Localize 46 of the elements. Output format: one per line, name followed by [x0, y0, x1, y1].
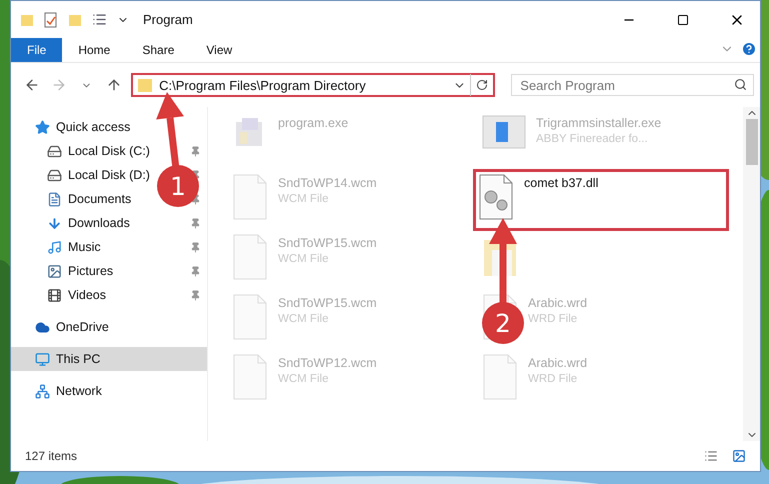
scrollbar[interactable]	[743, 107, 760, 441]
address-bar[interactable]: C:\Program Files\Program Directory	[131, 73, 496, 97]
back-icon[interactable]	[24, 77, 40, 93]
sidebar-item[interactable]: Network	[35, 384, 102, 398]
downloads-icon	[47, 216, 62, 230]
gear-file-icon	[478, 174, 514, 220]
sidebar-item[interactable]: Local Disk (D:)	[47, 168, 150, 182]
sidebar-item[interactable]: Videos	[47, 288, 106, 302]
cloud-icon	[35, 320, 50, 334]
videos-icon	[47, 288, 62, 302]
refresh-icon[interactable]	[476, 79, 488, 91]
sidebar-item[interactable]: Music	[47, 240, 101, 254]
sidebar-item[interactable]: OneDrive	[35, 320, 109, 334]
sidebar-item[interactable]: Documents	[47, 192, 132, 206]
details-view-icon[interactable]	[704, 449, 718, 463]
maximize-icon[interactable]	[677, 14, 689, 26]
scroll-thumb[interactable]	[746, 119, 758, 165]
properties-icon[interactable]	[43, 10, 59, 28]
ribbon-tab[interactable]: File	[11, 38, 62, 62]
disk-c-icon	[47, 144, 62, 158]
file-icon	[482, 354, 518, 400]
sidebar-item[interactable]: Pictures	[47, 264, 114, 278]
window-title: Program	[143, 12, 194, 27]
documents-icon	[47, 192, 62, 206]
pictures-icon	[47, 264, 62, 278]
star-icon	[35, 120, 50, 134]
large-icons-view-icon[interactable]	[732, 449, 746, 463]
search-field[interactable]: Search Program	[511, 74, 754, 96]
search-icon[interactable]	[734, 78, 747, 91]
application-icon	[482, 114, 526, 150]
sidebar-item[interactable]: Local Disk (C:)	[47, 144, 150, 158]
network-icon	[35, 384, 50, 398]
file-icon	[232, 174, 268, 220]
ribbon-tab[interactable]: Share	[126, 38, 190, 62]
help-icon[interactable]	[741, 41, 757, 57]
file-icon	[232, 234, 268, 280]
ribbon-tab[interactable]: Home	[62, 38, 126, 62]
ribbon-tab[interactable]: View	[190, 38, 248, 62]
file-icon	[232, 354, 268, 400]
pc-icon	[35, 352, 50, 366]
file-icon	[232, 294, 268, 340]
file-name[interactable]: comet b37.dll	[524, 176, 598, 190]
sidebar-item[interactable]: Downloads	[47, 216, 130, 230]
sidebar-item[interactable]: Quick access	[35, 120, 130, 134]
item-count: 127 items	[25, 449, 78, 463]
music-icon	[47, 240, 62, 254]
